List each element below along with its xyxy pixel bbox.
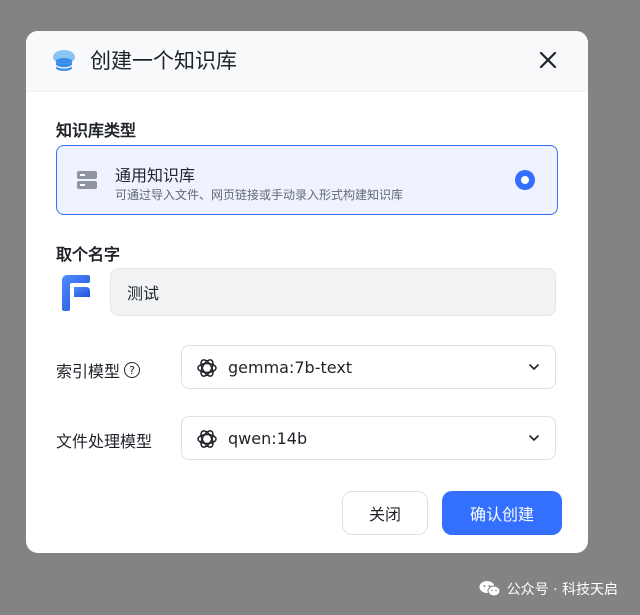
close-button[interactable]: 关闭 [342,491,428,535]
watermark: 公众号 · 科技天启 [479,579,618,599]
kb-type-description: 可通过导入文件、网页链接或手动录入形式构建知识库 [115,188,404,202]
close-icon[interactable] [536,48,560,72]
file-model-label: 文件处理模型 [56,432,153,451]
index-model-select[interactable]: gemma:7b-text [181,345,556,389]
kb-type-title: 通用知识库 [115,166,196,185]
file-model-select[interactable]: qwen:14b [181,416,556,460]
file-model-value: qwen:14b [228,429,308,448]
name-label: 取个名字 [56,245,121,264]
watermark-text: 公众号 · 科技天启 [506,582,618,598]
chevron-down-icon [529,364,539,371]
radio-checked-icon[interactable] [515,170,535,190]
kb-type-label: 知识库类型 [56,121,137,140]
database-icon [77,171,97,189]
index-model-label-text: 索引模型 [56,362,121,381]
openai-icon [197,359,217,377]
create-knowledge-base-dialog: 创建一个知识库 知识库类型 通用知识库 可通过导入文件、网页链接或手动录入形式构… [26,31,588,553]
dialog-title: 创建一个知识库 [90,49,237,73]
index-model-label: 索引模型 ? [56,358,141,382]
kb-name-input[interactable] [110,268,556,316]
avatar-logo-icon[interactable] [60,273,92,313]
chevron-down-icon [529,435,539,442]
confirm-create-button[interactable]: 确认创建 [442,491,562,535]
index-model-value: gemma:7b-text [228,358,353,377]
wechat-icon [479,581,501,597]
openai-icon [197,430,217,448]
database-cloud-icon [53,50,75,71]
kb-type-option-general[interactable]: 通用知识库 可通过导入文件、网页链接或手动录入形式构建知识库 [56,145,558,215]
dialog-header: 创建一个知识库 [26,31,588,92]
help-icon[interactable]: ? [124,362,141,378]
